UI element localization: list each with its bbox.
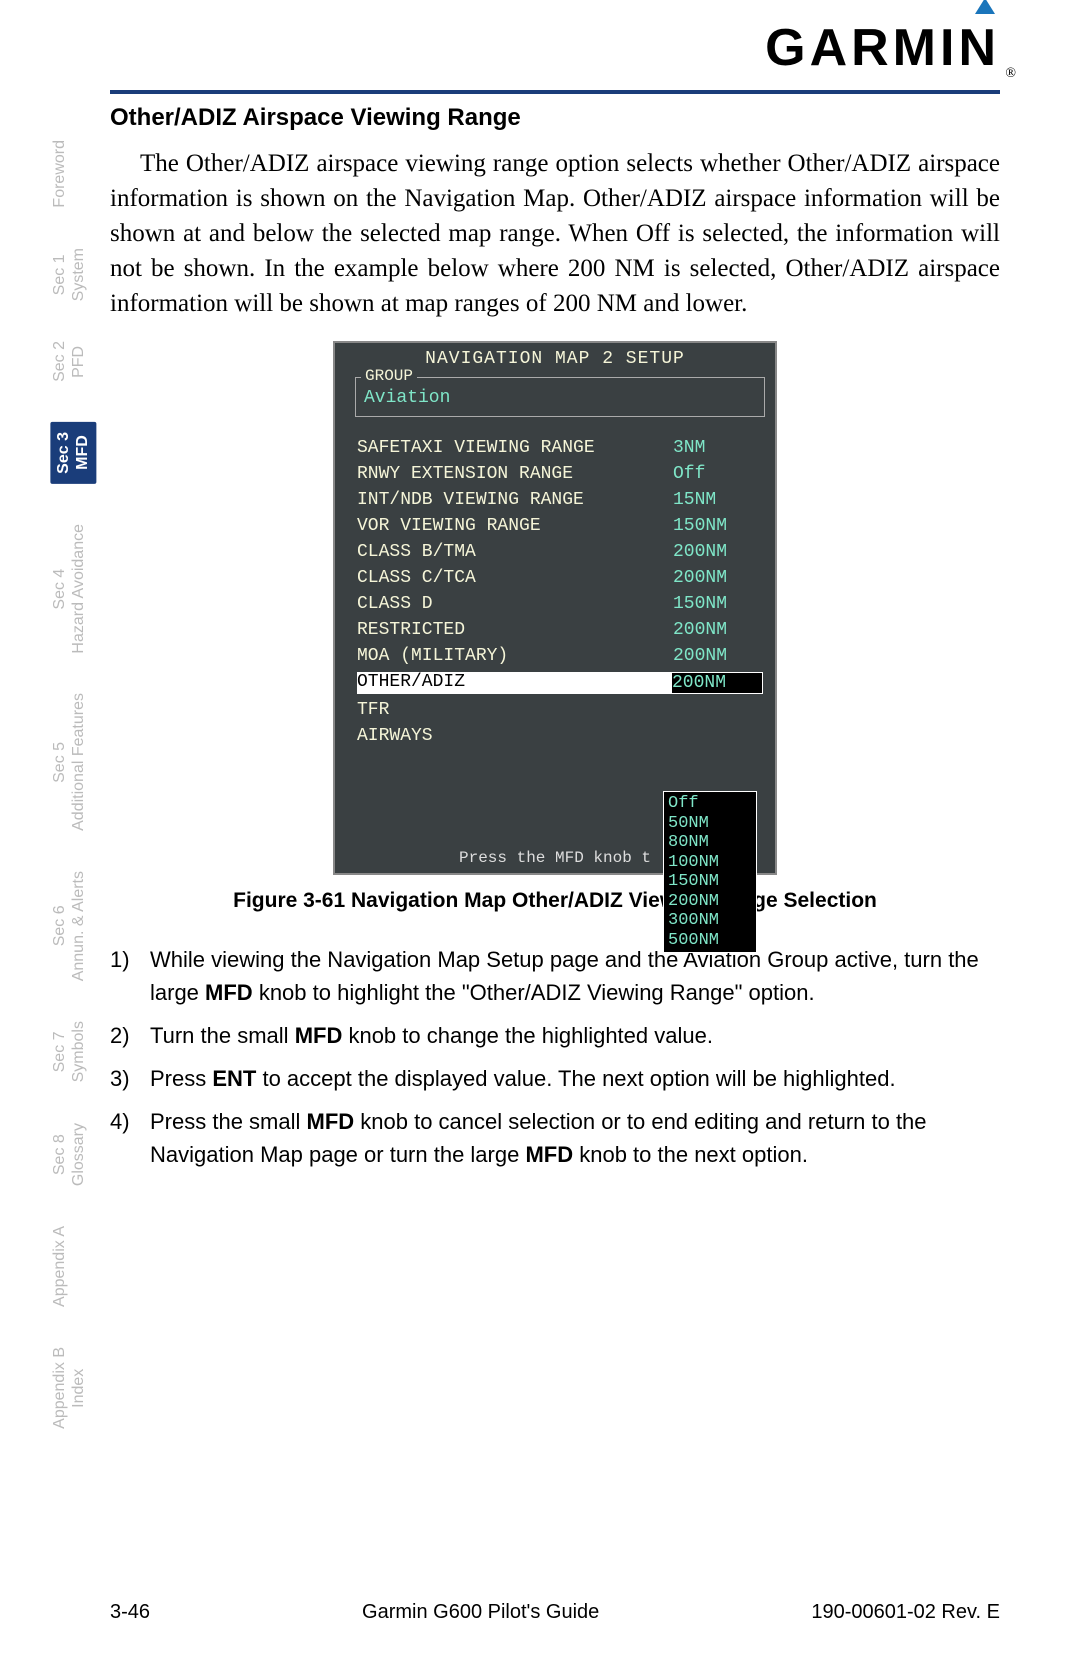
figure-caption: Figure 3-61 Navigation Map Other/ADIZ Vi… [110, 889, 1000, 913]
mfd-screenshot: NAVIGATION MAP 2 SETUP GROUP Aviation SA… [333, 341, 777, 875]
tab-sec8[interactable]: Sec 8Glossary [50, 1123, 88, 1186]
setting-row: CLASS C/TCA200NM [357, 565, 763, 591]
dropdown-option[interactable]: 500NM [668, 931, 752, 951]
garmin-logo-triangle [975, 0, 995, 14]
tab-appendix-a[interactable]: Appendix A [50, 1226, 69, 1307]
doc-revision: 190-00601-02 Rev. E [811, 1601, 1000, 1624]
tab-sec4[interactable]: Sec 4Hazard Avoidance [50, 524, 88, 654]
setting-row: INT/NDB VIEWING RANGE15NM [357, 487, 763, 513]
header-rule [110, 90, 1000, 94]
setting-row: CLASS B/TMA200NM [357, 539, 763, 565]
dropdown-option[interactable]: 80NM [668, 833, 752, 853]
settings-list: SAFETAXI VIEWING RANGE3NM RNWY EXTENSION… [357, 435, 763, 749]
tab-sec1[interactable]: Sec 1System [50, 248, 88, 301]
setting-row: VOR VIEWING RANGE150NM [357, 513, 763, 539]
setting-row-highlighted: OTHER/ADIZ200NM [357, 669, 763, 697]
step-4: 4) Press the small MFD knob to cancel se… [110, 1105, 1000, 1171]
setting-row: CLASS D150NM [357, 591, 763, 617]
figure-container: NAVIGATION MAP 2 SETUP GROUP Aviation SA… [110, 341, 1000, 875]
setting-row: RESTRICTED200NM [357, 617, 763, 643]
page-footer: 3-46 Garmin G600 Pilot's Guide 190-00601… [110, 1601, 1000, 1624]
page-number: 3-46 [110, 1601, 150, 1624]
garmin-logo: GARMIN [765, 18, 1000, 78]
step-2: 2) Turn the small MFD knob to change the… [110, 1019, 1000, 1052]
doc-title: Garmin G600 Pilot's Guide [362, 1601, 599, 1624]
dropdown-option[interactable]: 100NM [668, 853, 752, 873]
tab-appendix-b[interactable]: Appendix BIndex [50, 1347, 88, 1429]
body-paragraph: The Other/ADIZ airspace viewing range op… [110, 146, 1000, 321]
tab-sec5[interactable]: Sec 5Additional Features [50, 693, 88, 831]
setting-row: TFR [357, 697, 763, 723]
step-1: 1) While viewing the Navigation Map Setu… [110, 943, 1000, 1009]
tab-sec2[interactable]: Sec 2PFD [50, 341, 88, 382]
group-label: GROUP [361, 367, 417, 385]
dropdown-option[interactable]: 150NM [668, 872, 752, 892]
setting-row: RNWY EXTENSION RANGEOff [357, 461, 763, 487]
tab-sec6[interactable]: Sec 6Annun. & Alerts [50, 871, 88, 981]
tab-sec3[interactable]: Sec 3MFD [50, 422, 96, 484]
side-tabs: Foreword Sec 1System Sec 2PFD Sec 3MFD S… [50, 140, 100, 1469]
setting-row: SAFETAXI VIEWING RANGE3NM [357, 435, 763, 461]
section-heading: Other/ADIZ Airspace Viewing Range [110, 104, 1000, 132]
steps-list: 1) While viewing the Navigation Map Setu… [110, 943, 1000, 1171]
range-dropdown[interactable]: Off 50NM 80NM 100NM 150NM 200NM 300NM 50… [663, 791, 757, 953]
setting-row: AIRWAYS [357, 723, 763, 749]
tab-sec7[interactable]: Sec 7Symbols [50, 1021, 88, 1082]
dropdown-option[interactable]: 50NM [668, 814, 752, 834]
tab-foreword[interactable]: Foreword [50, 140, 69, 208]
dropdown-option[interactable]: 300NM [668, 911, 752, 931]
setting-row: MOA (MILITARY)200NM [357, 643, 763, 669]
dropdown-option[interactable]: Off [668, 794, 752, 814]
step-3: 3) Press ENT to accept the displayed val… [110, 1062, 1000, 1095]
registered-mark: ® [1005, 66, 1016, 82]
dropdown-option[interactable]: 200NM [668, 892, 752, 912]
